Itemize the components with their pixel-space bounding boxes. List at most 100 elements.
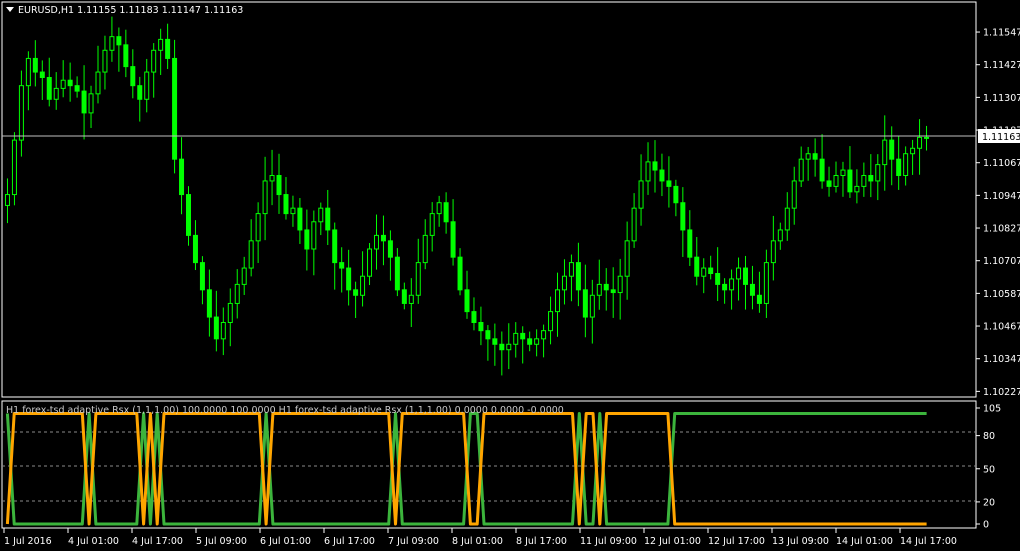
candle-body: [708, 267, 714, 274]
candle-body: [18, 85, 24, 141]
candle-body: [722, 283, 728, 291]
price-axis-label: 1.10827: [983, 224, 1020, 235]
candle-body: [575, 262, 581, 291]
symbol-info-text: EURUSD,H1 1.11155 1.11183 1.11147 1.1116…: [18, 5, 243, 16]
candle-body: [109, 36, 115, 51]
candle-body: [165, 38, 171, 59]
candle-body: [763, 262, 769, 304]
candle-body: [645, 161, 651, 182]
candle-body: [694, 256, 700, 277]
current-price-text: 1.11163: [982, 132, 1020, 143]
candle-body: [32, 57, 38, 73]
candle-body: [749, 283, 755, 296]
candle-body: [742, 267, 748, 285]
time-axis-label: 14 Jul 01:00: [836, 536, 893, 547]
price-axis-label: 1.10227: [983, 387, 1020, 398]
candle-body: [220, 322, 226, 340]
candle-body: [39, 71, 45, 79]
candle-body: [910, 147, 916, 155]
candle-body: [25, 57, 31, 87]
time-axis-label: 1 Jul 2016: [4, 536, 52, 547]
candle-body: [520, 332, 526, 340]
candle-body: [784, 207, 790, 231]
candle-body: [151, 49, 157, 73]
current-price-label: 1.11163: [978, 129, 1020, 143]
time-axis-label: 6 Jul 17:00: [324, 536, 375, 547]
candle-body: [917, 136, 923, 149]
candle-body: [548, 311, 554, 332]
candle-body: [652, 161, 658, 171]
candle-body: [102, 49, 108, 73]
candle-body: [631, 207, 637, 242]
candle-body: [450, 221, 456, 258]
time-axis-label: 4 Jul 17:00: [132, 536, 183, 547]
candle-body: [903, 153, 909, 177]
candle-body: [304, 229, 310, 250]
candle-body: [457, 256, 463, 291]
indicator-axis-label: 80: [983, 431, 995, 442]
time-axis-label: 11 Jul 09:00: [580, 536, 637, 547]
candle-body: [311, 221, 317, 250]
candle-body: [255, 213, 261, 242]
time-axis-label: 14 Jul 17:00: [900, 536, 957, 547]
candle-body: [610, 289, 616, 294]
candle-body: [659, 169, 665, 182]
trading-chart-window[interactable]: 1.115471.114271.113071.111871.110671.109…: [0, 0, 1020, 551]
candle-body: [471, 311, 477, 324]
candle-body: [464, 289, 470, 313]
time-axis-label: 12 Jul 17:00: [708, 536, 765, 547]
candle-body: [262, 180, 268, 215]
candle-body: [67, 79, 73, 87]
candle-body: [179, 158, 185, 196]
time-axis-label: 13 Jul 09:00: [772, 536, 829, 547]
candle-body: [394, 256, 400, 291]
candle-body: [234, 283, 240, 304]
price-axis-label: 1.11547: [983, 28, 1020, 39]
candle-body: [568, 262, 574, 277]
candle-body: [833, 175, 839, 187]
candle-body: [60, 79, 66, 89]
candle-body: [429, 213, 435, 236]
candle-body: [847, 169, 853, 193]
candle-body: [499, 343, 505, 351]
candle-body: [137, 85, 143, 100]
candle-body: [346, 267, 352, 291]
candle-body: [318, 207, 324, 223]
candle-body: [53, 87, 59, 100]
candle-body: [756, 294, 762, 304]
candle-body: [603, 283, 609, 291]
candle-body: [882, 139, 888, 166]
time-axis-label: 12 Jul 01:00: [644, 536, 701, 547]
candle-body: [687, 229, 693, 258]
candle-body: [617, 275, 623, 294]
candle-body: [896, 158, 902, 177]
candle-body: [158, 38, 164, 51]
candle-body: [715, 273, 721, 285]
candle-body: [736, 267, 742, 280]
price-axis-label: 1.10947: [983, 191, 1020, 202]
time-axis-label: 8 Jul 17:00: [516, 536, 567, 547]
candle-body: [875, 164, 881, 182]
candle-body: [172, 57, 178, 160]
candle-body: [791, 180, 797, 209]
candle-body: [555, 289, 561, 313]
candle-body: [283, 194, 289, 215]
candle-body: [513, 332, 519, 345]
candle-body: [248, 240, 254, 269]
candle-body: [819, 158, 825, 182]
candle-body: [46, 77, 52, 100]
price-axis-label: 1.11307: [983, 93, 1020, 104]
candle-body: [492, 338, 498, 345]
candle-body: [777, 229, 783, 242]
candle-body: [826, 180, 832, 187]
candle-body: [408, 294, 414, 304]
indicator-axis-label: 0: [983, 520, 989, 531]
candle-body: [861, 175, 867, 187]
candle-body: [854, 185, 860, 193]
symbol-header[interactable]: EURUSD,H1 1.11155 1.11183 1.11147 1.1116…: [6, 5, 243, 16]
indicator-axis-label: 50: [983, 464, 995, 475]
time-axis-label: 4 Jul 01:00: [68, 536, 119, 547]
time-axis-label: 8 Jul 01:00: [452, 536, 503, 547]
candle-body: [638, 180, 644, 209]
price-axis-label: 1.11067: [983, 158, 1020, 169]
